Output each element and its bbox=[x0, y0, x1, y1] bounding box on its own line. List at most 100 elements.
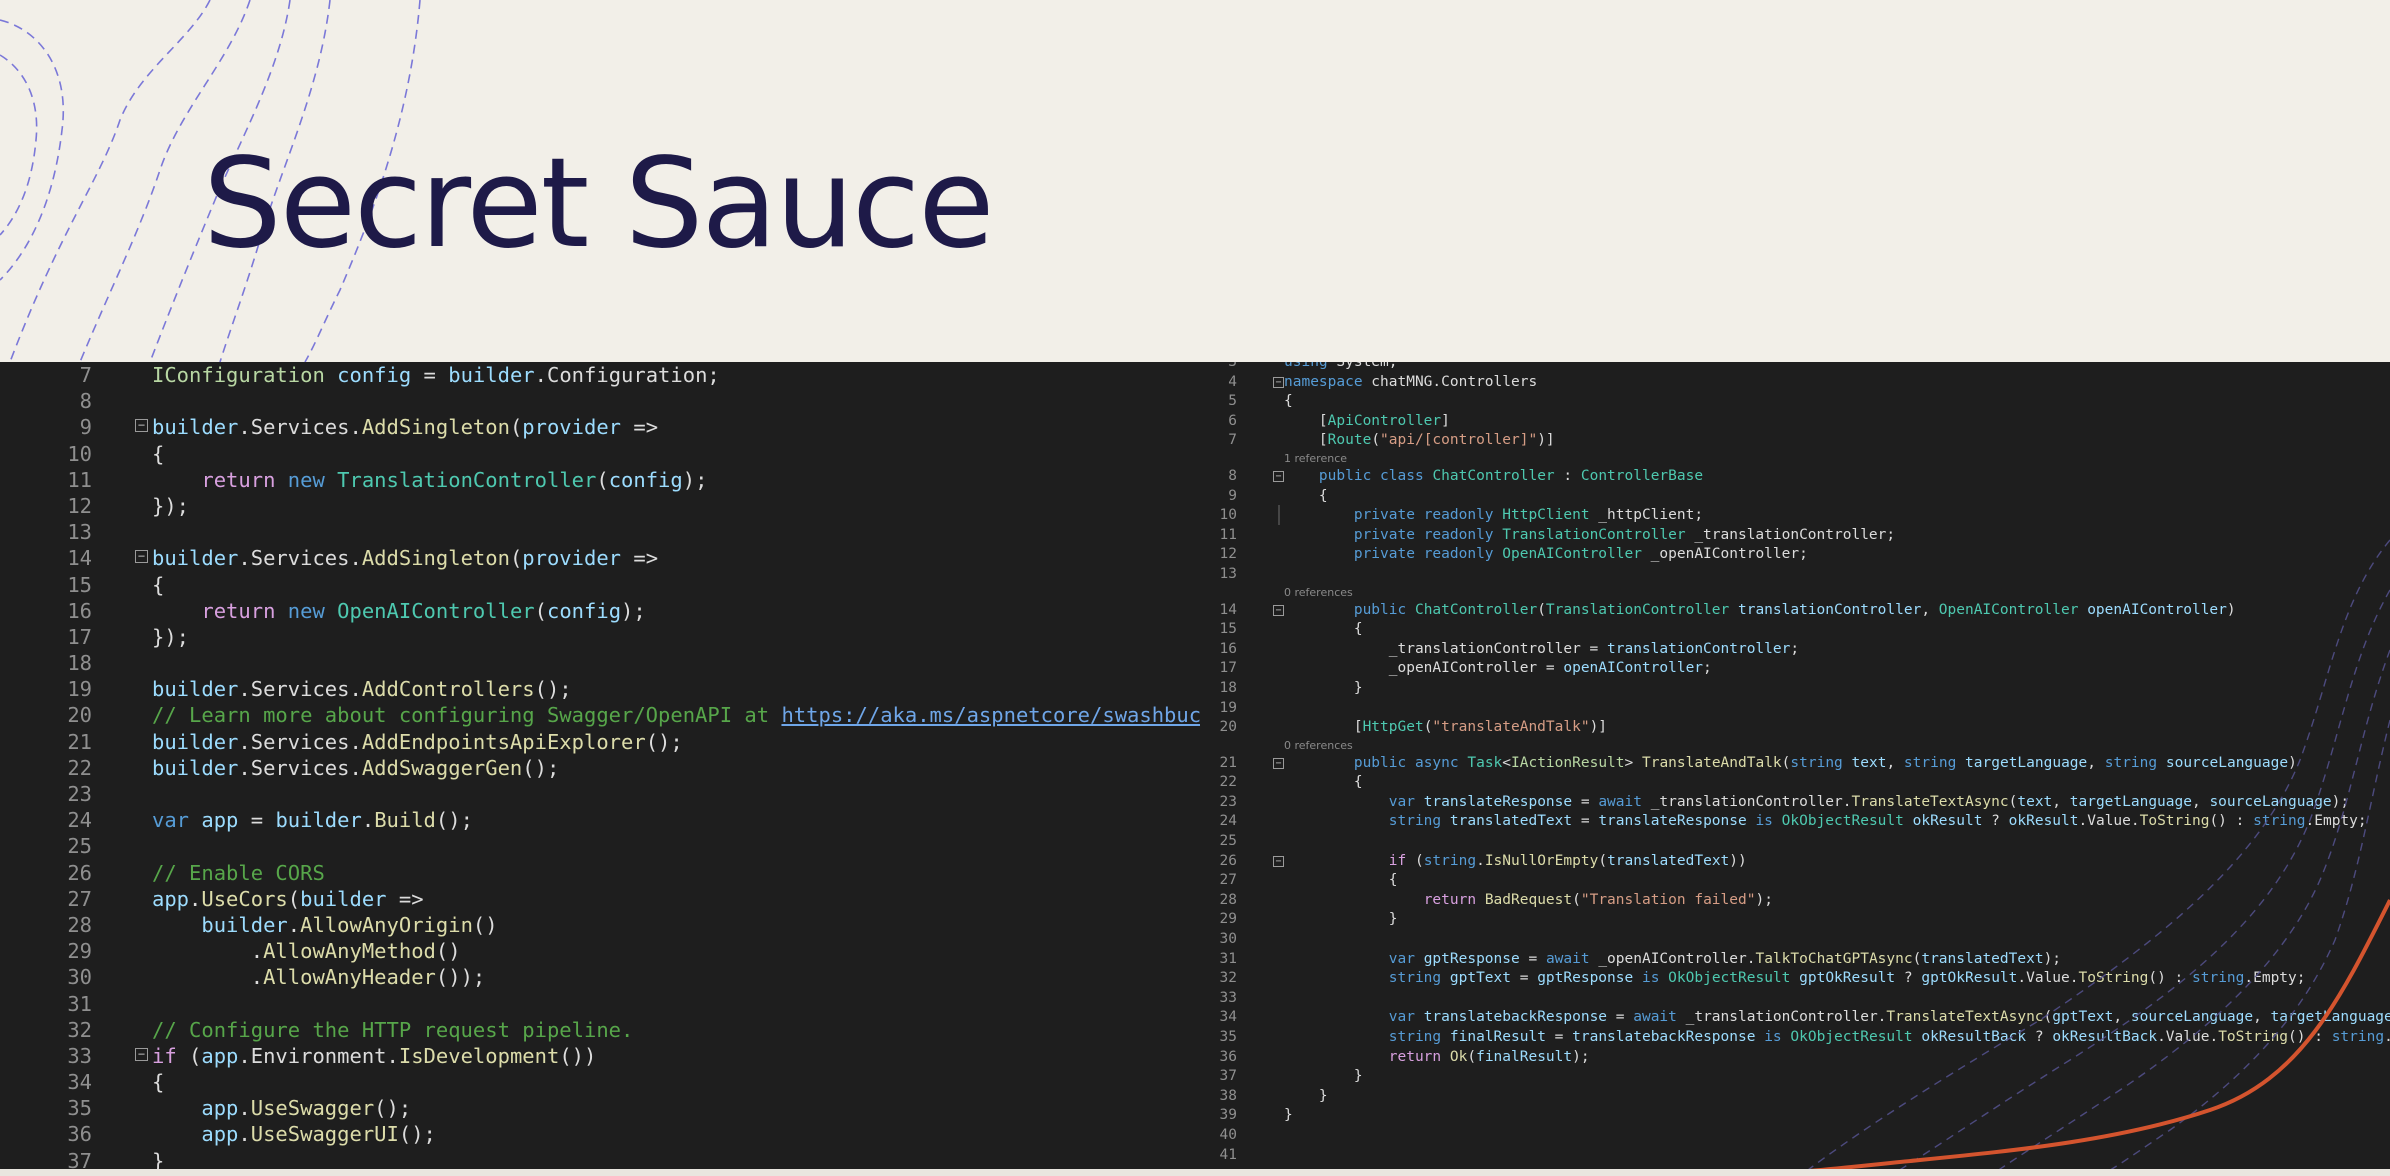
code-text: } bbox=[1284, 1107, 1293, 1124]
line-number: 4 bbox=[1228, 373, 1237, 390]
code-text: return new TranslationController(config)… bbox=[201, 467, 708, 492]
code-text: public async Task<IActionResult> Transla… bbox=[1353, 754, 2297, 771]
code-text: // Enable CORS bbox=[152, 860, 325, 885]
code-text: private readonly HttpClient _httpClient; bbox=[1353, 507, 1704, 524]
line-number: 32 bbox=[67, 1017, 92, 1042]
collapse-region-icon[interactable]: − bbox=[135, 550, 148, 564]
code-text: builder.Services.AddSingleton(provider =… bbox=[152, 546, 659, 571]
line-number: 24 bbox=[1219, 813, 1237, 830]
line-number: 39 bbox=[1219, 1107, 1237, 1124]
collapse-region-icon[interactable]: − bbox=[1273, 855, 1284, 867]
code-text: { bbox=[1284, 487, 1328, 504]
line-number: 37 bbox=[67, 1148, 92, 1169]
code-text: } bbox=[1284, 911, 1398, 928]
line-number: 21 bbox=[1219, 754, 1237, 771]
code-text: if (app.Environment.IsDevelopment()) bbox=[152, 1043, 597, 1068]
code-text: public ChatController(TranslationControl… bbox=[1353, 601, 2236, 618]
line-number: 11 bbox=[67, 467, 92, 492]
code-text: return Ok(finalResult); bbox=[1388, 1048, 1590, 1065]
code-text: { bbox=[1284, 872, 1398, 889]
line-number: 18 bbox=[67, 651, 92, 676]
line-number: 32 bbox=[1219, 970, 1237, 987]
code-text: app.UseSwaggerUI(); bbox=[201, 1122, 436, 1147]
line-number: 29 bbox=[1219, 911, 1237, 928]
line-number: 10 bbox=[67, 441, 92, 466]
line-number: 22 bbox=[1219, 774, 1237, 791]
line-number: 35 bbox=[1219, 1029, 1237, 1045]
codelens-text[interactable]: 0 references bbox=[1284, 738, 1353, 754]
code-text: [Route("api/[controller]")] bbox=[1284, 432, 1555, 449]
line-number: 5 bbox=[1228, 393, 1237, 410]
line-number: 36 bbox=[1219, 1048, 1237, 1065]
code-text: } bbox=[1284, 679, 1363, 696]
chat-controller-code-panel: 3 using System; 4− namespace chatMNG.Contro… bbox=[1200, 362, 2390, 1169]
collapse-region-icon[interactable]: − bbox=[1273, 376, 1284, 388]
code-text: }); bbox=[152, 624, 190, 649]
code-text: // Learn more about configuring Swagger/… bbox=[152, 703, 1200, 728]
line-number: 6 bbox=[1228, 412, 1237, 429]
collapse-region-icon[interactable]: − bbox=[1273, 470, 1284, 482]
line-number: 41 bbox=[1219, 1146, 1237, 1163]
line-number: 36 bbox=[67, 1122, 92, 1147]
code-text: builder.Services.AddEndpointsApiExplorer… bbox=[152, 729, 683, 754]
line-number: 14 bbox=[1219, 601, 1237, 618]
code-text: { bbox=[152, 572, 165, 597]
line-number: 11 bbox=[1219, 526, 1237, 543]
code-text: } bbox=[1284, 1068, 1363, 1085]
slide-title: Secret Sauce bbox=[203, 132, 995, 276]
code-text: _openAIController = openAIController; bbox=[1284, 660, 1712, 677]
line-number: 9 bbox=[1228, 487, 1237, 504]
collapse-region-icon[interactable]: − bbox=[1273, 757, 1284, 769]
code-text: { bbox=[1284, 774, 1363, 791]
code-text: string gptText = gptResponse is OkObject… bbox=[1388, 970, 2306, 987]
codelens-text[interactable]: 0 references bbox=[1284, 585, 1353, 601]
code-text: } bbox=[1284, 1087, 1328, 1104]
line-number: 28 bbox=[67, 912, 92, 937]
current-line-highlight bbox=[1278, 505, 1280, 526]
code-text: return new OpenAIController(config); bbox=[201, 598, 646, 623]
code-text: if (string.IsNullOrEmpty(translatedText)… bbox=[1388, 852, 1747, 869]
line-number: 33 bbox=[67, 1043, 92, 1068]
code-text: namespace chatMNG.Controllers bbox=[1284, 373, 1538, 390]
line-number: 20 bbox=[67, 703, 92, 728]
code-text: string translatedText = translateRespons… bbox=[1388, 813, 2367, 830]
code-text: { bbox=[152, 1070, 165, 1095]
code-text: var app = builder.Build(); bbox=[152, 808, 473, 833]
line-number: 15 bbox=[67, 572, 92, 597]
line-number: 14 bbox=[67, 546, 92, 571]
line-number: 21 bbox=[67, 729, 92, 754]
line-number: 16 bbox=[1219, 640, 1237, 657]
code-text: .AllowAnyMethod() bbox=[152, 939, 461, 964]
line-number: 33 bbox=[1219, 989, 1237, 1006]
line-number: 35 bbox=[67, 1096, 92, 1121]
line-number: 9 bbox=[79, 415, 92, 440]
line-number: 30 bbox=[67, 965, 92, 990]
line-number: 26 bbox=[67, 860, 92, 885]
line-number: 7 bbox=[1228, 432, 1237, 449]
codelens-text[interactable]: 1 reference bbox=[1284, 451, 1347, 467]
collapse-region-icon[interactable]: − bbox=[1273, 604, 1284, 616]
code-text: [ApiController] bbox=[1284, 412, 1450, 429]
code-text: builder.Services.AddSingleton(provider =… bbox=[152, 415, 659, 440]
line-number: 25 bbox=[67, 834, 92, 859]
code-text: { bbox=[152, 441, 165, 466]
code-text: public class ChatController : Controller… bbox=[1318, 467, 1704, 484]
code-text: }); bbox=[152, 493, 190, 518]
program-cs-code-panel: 7 IConfiguration config = builder.Configu… bbox=[0, 362, 1200, 1169]
line-number: 17 bbox=[67, 624, 92, 649]
line-number: 31 bbox=[1219, 950, 1237, 967]
collapse-region-icon[interactable]: − bbox=[135, 419, 148, 433]
collapse-region-icon[interactable]: − bbox=[135, 1047, 148, 1061]
line-number: 25 bbox=[1219, 833, 1237, 850]
code-text: builder.AllowAnyOrigin() bbox=[201, 912, 498, 937]
line-number: 24 bbox=[67, 808, 92, 833]
code-text: IConfiguration config = builder.Configur… bbox=[152, 363, 720, 387]
code-text: [HttpGet("translateAndTalk")] bbox=[1284, 719, 1608, 736]
code-text: private readonly OpenAIController _openA… bbox=[1353, 546, 1808, 563]
code-text: var translatebackResponse = await _trans… bbox=[1388, 1009, 2390, 1026]
line-number: 19 bbox=[67, 677, 92, 702]
line-number: 30 bbox=[1219, 931, 1237, 948]
line-number: 7 bbox=[79, 363, 92, 387]
code-text: using System; bbox=[1284, 362, 1398, 370]
line-number: 15 bbox=[1219, 621, 1237, 638]
